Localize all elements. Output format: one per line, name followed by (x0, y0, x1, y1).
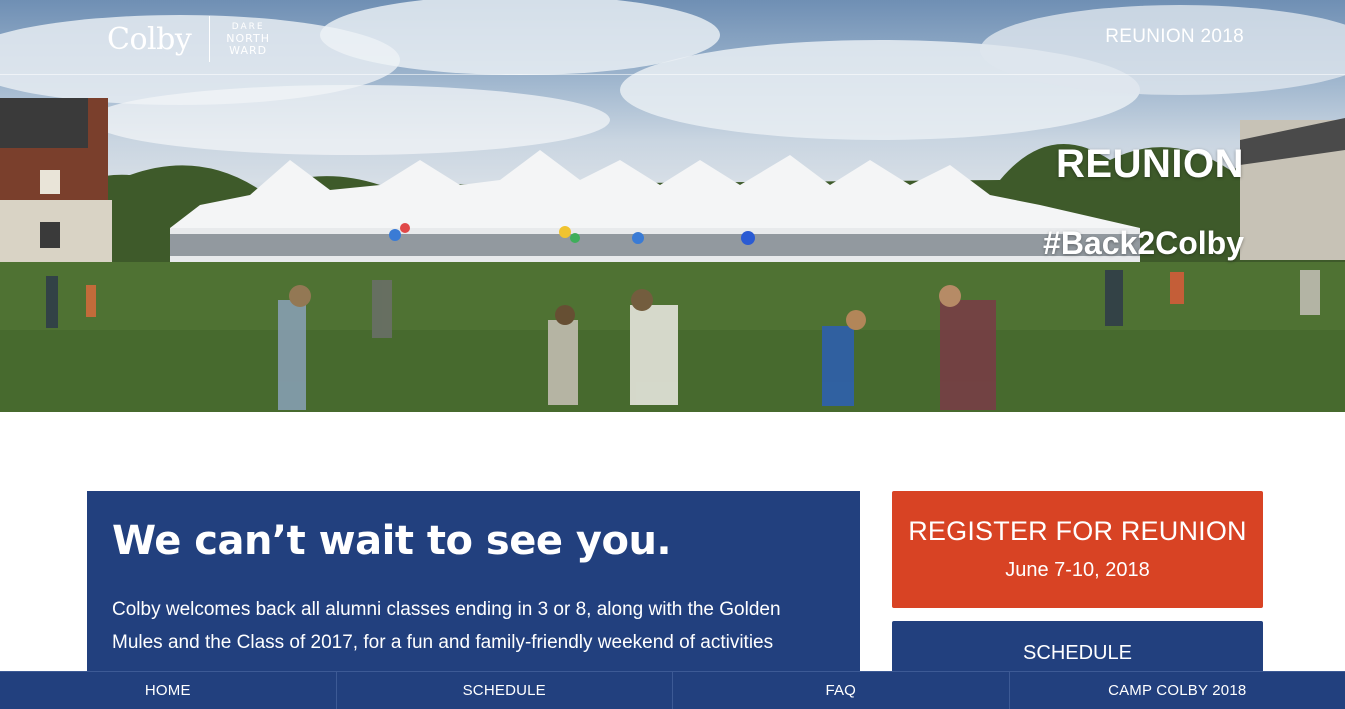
nav-item-faq[interactable]: FAQ (673, 672, 1010, 709)
hero-title: REUNION (1056, 142, 1244, 186)
logo-divider (209, 16, 211, 62)
bottom-nav: HOME SCHEDULE FAQ CAMP COLBY 2018 (0, 671, 1345, 709)
nav-item-schedule[interactable]: SCHEDULE (337, 672, 673, 709)
hero-banner: Colby DARE NORTH WARD REUNION 2018 REUNI… (0, 0, 1345, 412)
register-dates: June 7-10, 2018 (1005, 559, 1150, 581)
header-divider (0, 74, 1345, 75)
register-label: REGISTER FOR REUNION (908, 516, 1247, 546)
nav-item-camp-colby[interactable]: CAMP COLBY 2018 (1010, 672, 1345, 709)
reunion-year-link[interactable]: REUNION 2018 (1105, 26, 1244, 48)
register-button[interactable]: REGISTER FOR REUNION June 7-10, 2018 (892, 491, 1263, 608)
colby-logo[interactable]: Colby DARE NORTH WARD (107, 16, 270, 62)
logo-tagline-line: WARD (229, 44, 268, 57)
welcome-body: Colby welcomes back all alumni classes e… (112, 599, 781, 653)
nav-item-home[interactable]: HOME (0, 672, 337, 709)
hero-hashtag: #Back2Colby (1043, 225, 1244, 261)
logo-tagline: DARE NORTH WARD (226, 21, 270, 57)
logo-wordmark: Colby (107, 21, 192, 57)
schedule-label: SCHEDULE (1023, 642, 1132, 664)
welcome-heading: We can’t wait to see you. (112, 518, 672, 564)
